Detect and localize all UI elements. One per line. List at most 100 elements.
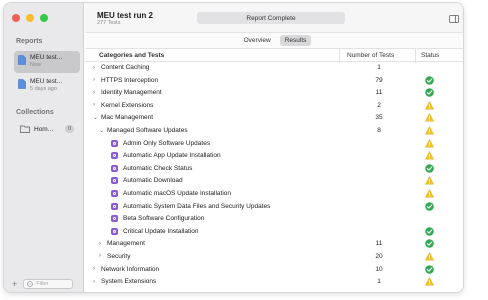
row-label: Critical Update Installation	[123, 227, 199, 235]
document-icon	[18, 55, 26, 65]
row-label: Admin Only Software Updates	[123, 139, 211, 147]
row-name: › Management	[99, 240, 145, 247]
row-label: Security	[107, 252, 131, 260]
column-header-count[interactable]: Number of Tests	[347, 52, 394, 59]
row-name: › Content Caching	[93, 64, 149, 71]
table-row[interactable]: Automatic App Update Installation	[85, 150, 463, 163]
row-label: Mac Management	[101, 114, 154, 122]
row-name: Automatic App Update Installation	[111, 152, 221, 160]
warning-triangle-icon	[425, 151, 434, 160]
row-count: 35	[375, 114, 383, 122]
row-name: › Kernel Extensions	[93, 102, 153, 109]
report-subtitle: 5 days ago	[30, 86, 57, 92]
close-button[interactable]	[12, 14, 20, 22]
table-row[interactable]: Automatic System Data Files and Security…	[85, 201, 463, 214]
tab-overview[interactable]: Overview	[239, 35, 276, 46]
chevron-right-icon[interactable]: ›	[99, 253, 107, 259]
row-label: Automatic App Update Installation	[123, 152, 221, 160]
checkmark-circle-icon	[425, 226, 434, 236]
row-count: 20	[375, 252, 383, 260]
chevron-right-icon[interactable]: ›	[93, 279, 101, 285]
minimize-button[interactable]	[26, 14, 34, 22]
chevron-right-icon[interactable]: ›	[99, 241, 107, 247]
warning-triangle-icon	[425, 126, 434, 135]
sidebar-collection-item[interactable]: Hom... 0	[14, 123, 80, 135]
checkmark-circle-icon	[425, 239, 434, 249]
table-row[interactable]: Admin Only Software Updates	[85, 138, 463, 151]
row-label: Beta Software Configuration	[123, 215, 205, 223]
status-indicator: Report Complete	[197, 12, 345, 24]
tab-results[interactable]: Results	[279, 35, 312, 46]
row-name: › Security	[99, 253, 130, 260]
row-label: System Extensions	[101, 278, 157, 286]
chevron-right-icon[interactable]: ›	[93, 266, 101, 272]
row-label: HTTPS Interception	[101, 76, 159, 84]
report-subtitle: Now	[30, 62, 42, 68]
checkmark-circle-icon	[425, 88, 434, 97]
collection-label: Hom...	[34, 125, 54, 133]
chevron-down-icon[interactable]: ⌄	[99, 127, 107, 134]
checkmark-circle-icon	[425, 201, 434, 211]
table-row[interactable]: › System Extensions 1	[85, 276, 463, 289]
add-button[interactable]: +	[12, 279, 17, 289]
table-row[interactable]: ⌄ Managed Software Updates 8	[85, 125, 463, 138]
test-icon	[111, 215, 118, 223]
warning-triangle-icon	[425, 100, 434, 110]
warning-triangle-icon	[425, 189, 434, 198]
page-title: MEU test run 2	[97, 11, 154, 20]
row-name: › HTTPS Interception	[93, 77, 158, 84]
row-name: › Identity Management	[93, 89, 162, 96]
chevron-right-icon[interactable]: ›	[93, 102, 101, 108]
table-row[interactable]: › HTTPS Interception 79	[85, 75, 463, 88]
zoom-button[interactable]	[40, 14, 48, 22]
warning-triangle-icon	[425, 277, 434, 286]
checkmark-circle-icon	[425, 163, 434, 173]
report-title: MEU test...	[30, 78, 63, 85]
table-row[interactable]: › Content Caching 1	[85, 62, 463, 75]
sidebar-toggle-icon[interactable]	[449, 15, 459, 23]
warning-triangle-icon	[425, 138, 434, 148]
test-count: 277 Tests	[97, 20, 121, 26]
chevron-right-icon[interactable]: ›	[93, 77, 101, 83]
row-name: Beta Software Configuration	[111, 215, 205, 223]
chevron-down-icon[interactable]: ⌄	[93, 114, 101, 121]
row-name: ⌄ Mac Management	[93, 114, 153, 121]
row-label: Content Caching	[101, 64, 150, 71]
sidebar-report-item[interactable]: MEU test... 5 days ago	[14, 75, 80, 97]
sidebar-footer: + Filter	[4, 276, 84, 292]
table-row[interactable]: ⌄ Mac Management 35	[85, 112, 463, 125]
filter-field[interactable]: Filter	[23, 279, 74, 289]
table-row[interactable]: › Security 20	[85, 251, 463, 264]
test-icon	[111, 189, 118, 197]
row-count: 11	[375, 240, 383, 248]
chevron-right-icon[interactable]: ›	[93, 90, 101, 96]
filter-icon	[27, 281, 34, 287]
table-row[interactable]: › Network Information 10	[85, 264, 463, 277]
column-header-categories[interactable]: Categories and Tests	[99, 52, 164, 59]
table-row[interactable]: › Management 11	[85, 238, 463, 251]
table-row[interactable]: Automatic macOS Update Installation	[85, 188, 463, 201]
table-row[interactable]: › Identity Management 11	[85, 87, 463, 100]
table-row[interactable]: Automatic Check Status	[85, 163, 463, 176]
table-row[interactable]: › Kernel Extensions 2	[85, 100, 463, 113]
row-label: Kernel Extensions	[101, 101, 154, 109]
filter-placeholder: Filter	[36, 281, 49, 287]
table-row[interactable]: Automatic Download	[85, 175, 463, 188]
checkmark-circle-icon	[425, 264, 434, 274]
test-icon	[111, 202, 118, 210]
column-header-status[interactable]: Status	[421, 52, 439, 59]
row-name: Automatic Download	[111, 177, 183, 185]
window-controls	[12, 14, 48, 22]
row-label: Automatic Download	[123, 177, 183, 185]
row-label: Network Information	[101, 265, 160, 273]
chevron-right-icon[interactable]: ›	[93, 65, 101, 71]
row-name: Critical Update Installation	[111, 227, 199, 235]
table-row[interactable]: Beta Software Configuration	[85, 213, 463, 226]
view-tabs: Overview Results	[85, 33, 463, 48]
warning-triangle-icon	[425, 176, 434, 185]
sidebar-report-item[interactable]: MEU test... Now	[14, 51, 80, 73]
table-row[interactable]: Critical Update Installation	[85, 226, 463, 239]
reports-heading: Reports	[16, 38, 43, 45]
warning-triangle-icon	[425, 113, 434, 122]
row-count: 1	[377, 64, 381, 71]
